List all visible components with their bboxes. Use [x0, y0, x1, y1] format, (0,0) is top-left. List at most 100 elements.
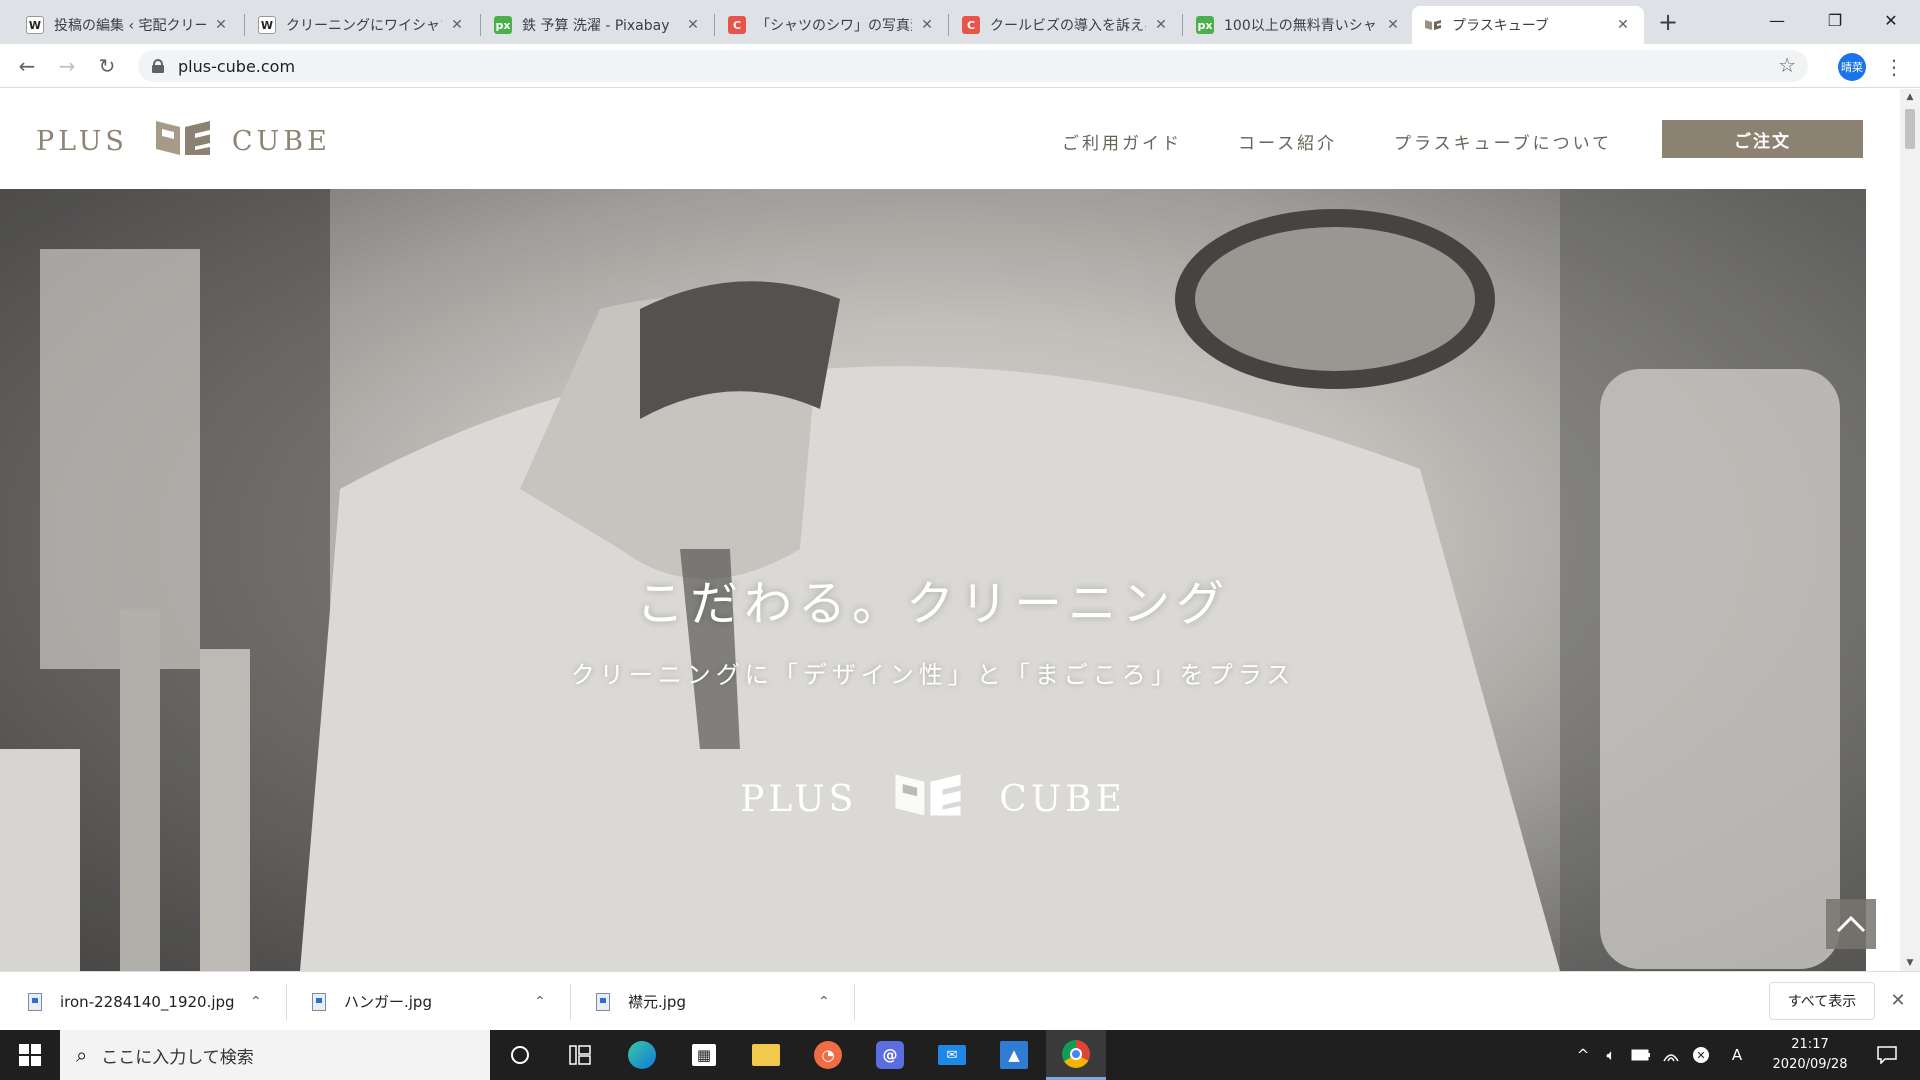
- store-icon[interactable]: ▦: [674, 1030, 734, 1080]
- tab-close-icon[interactable]: ✕: [448, 16, 466, 34]
- bookmark-star-icon[interactable]: ☆: [1778, 53, 1796, 77]
- search-icon: ⌕: [76, 1043, 88, 1067]
- tab-1[interactable]: W 投稿の編集 ‹ 宅配クリーニング ✕: [14, 6, 242, 44]
- show-hidden-icons-icon[interactable]: ^: [1570, 1030, 1596, 1080]
- tab-3[interactable]: px 鉄 予算 洗濯 - Pixabay ✕: [482, 6, 714, 44]
- taskbar-search-input[interactable]: ⌕ ここに入力して検索: [60, 1030, 490, 1080]
- minimize-button[interactable]: —: [1748, 0, 1806, 40]
- chevron-up-icon[interactable]: ⌃: [250, 994, 262, 1010]
- tab-6[interactable]: px 100以上の無料青いシャツ ✕: [1184, 6, 1414, 44]
- hero-logo: PLUS CUBE: [0, 769, 1866, 830]
- download-filename: iron-2284140_1920.jpg: [60, 992, 235, 1011]
- download-divider: [854, 984, 855, 1020]
- lock-icon[interactable]: [152, 59, 164, 73]
- url-text[interactable]: plus-cube.com: [178, 57, 295, 76]
- site-header: PLUS CUBE ご利用ガイド コース紹介 プラスキューブについて ご注文: [0, 89, 1900, 189]
- file-explorer-icon[interactable]: [736, 1030, 796, 1080]
- download-item-3[interactable]: 襟元.jpg ⌃: [596, 972, 846, 1031]
- tab-divider: [480, 14, 481, 36]
- search-placeholder: ここに入力して検索: [101, 1047, 254, 1068]
- site-logo[interactable]: PLUS CUBE: [36, 117, 331, 166]
- pluscube-logo-icon: [893, 769, 963, 830]
- tab-title: 鉄 予算 洗濯 - Pixabay: [522, 18, 670, 34]
- tab-title: クリーニングにワイシャツ出し: [286, 18, 442, 34]
- browser-tab-strip: W 投稿の編集 ‹ 宅配クリーニング ✕ W クリーニングにワイシャツ出し ✕ …: [0, 0, 1920, 44]
- battery-icon[interactable]: [1628, 1030, 1654, 1080]
- hero-title: こだわる。クリーニング: [635, 576, 1230, 632]
- tab-5[interactable]: C クールビズの導入を訴える ✕: [950, 6, 1182, 44]
- tab-close-icon[interactable]: ✕: [684, 16, 702, 34]
- chrome-icon[interactable]: [1046, 1030, 1106, 1080]
- image-file-icon: [596, 992, 610, 1011]
- tab-close-icon[interactable]: ✕: [1614, 16, 1632, 34]
- browser-menu-icon[interactable]: ⋮: [1884, 53, 1904, 81]
- reload-icon[interactable]: ↻: [92, 51, 122, 81]
- tab-2[interactable]: W クリーニングにワイシャツ出し ✕: [246, 6, 478, 44]
- scroll-down-arrow-icon[interactable]: ▼: [1900, 955, 1920, 971]
- windows-taskbar: ⌕ ここに入力して検索 ▦ ◔ @ ✉ ▲ ^ 🔈︎ ✕ A 21:17 202…: [0, 1030, 1920, 1080]
- chevron-up-icon[interactable]: ⌃: [818, 994, 830, 1010]
- forward-arrow-icon[interactable]: →: [52, 51, 82, 81]
- edge-icon[interactable]: [612, 1030, 672, 1080]
- chevron-up-icon[interactable]: ⌃: [534, 994, 546, 1010]
- mail-icon[interactable]: ✉: [922, 1030, 982, 1080]
- download-item-1[interactable]: iron-2284140_1920.jpg ⌃: [28, 972, 278, 1031]
- download-divider: [286, 984, 287, 1020]
- logo-text-cube: CUBE: [231, 126, 331, 157]
- download-shelf: iron-2284140_1920.jpg ⌃ ハンガー.jpg ⌃ 襟元.jp…: [0, 971, 1920, 1030]
- tab-4[interactable]: C 「シャツのシワ」の写真素材 ✕: [716, 6, 948, 44]
- tab-close-icon[interactable]: ✕: [212, 16, 230, 34]
- order-button[interactable]: ご注文: [1662, 120, 1863, 158]
- taskbar-clock[interactable]: 21:17 2020/09/28: [1770, 1035, 1850, 1075]
- task-view-icon[interactable]: [550, 1030, 610, 1080]
- restore-button[interactable]: ❐: [1806, 0, 1864, 40]
- download-item-2[interactable]: ハンガー.jpg ⌃: [312, 972, 562, 1031]
- volume-icon[interactable]: 🔈︎: [1598, 1030, 1624, 1080]
- scroll-up-arrow-icon[interactable]: ▲: [1900, 89, 1920, 105]
- security-warning-icon[interactable]: ✕: [1688, 1030, 1714, 1080]
- tab-title: クールビズの導入を訴える: [990, 18, 1146, 34]
- close-shelf-icon[interactable]: ✕: [1886, 988, 1910, 1012]
- photos-icon[interactable]: ▲: [984, 1030, 1044, 1080]
- address-bar[interactable]: plus-cube.com ☆: [138, 50, 1808, 82]
- tab-title: プラスキューブ: [1452, 18, 1549, 34]
- tab-divider: [714, 14, 715, 36]
- tab-title: 投稿の編集 ‹ 宅配クリーニング: [54, 18, 206, 34]
- network-icon[interactable]: [1658, 1030, 1684, 1080]
- back-arrow-icon[interactable]: ←: [12, 51, 42, 81]
- back-to-top-button[interactable]: [1826, 899, 1876, 949]
- close-window-button[interactable]: ✕: [1862, 0, 1920, 40]
- profile-avatar[interactable]: 晴菜: [1838, 53, 1866, 81]
- tab-7-active[interactable]: プラスキューブ ✕: [1412, 6, 1644, 44]
- pixabay-favicon-icon: px: [494, 16, 512, 34]
- scrollbar-thumb[interactable]: [1905, 109, 1915, 149]
- nav-courses-link[interactable]: コース紹介: [1238, 129, 1337, 154]
- start-button[interactable]: [0, 1030, 60, 1080]
- windows-logo-icon: [19, 1044, 41, 1066]
- notification-center-icon[interactable]: [1862, 1030, 1912, 1080]
- download-filename: 襟元.jpg: [628, 993, 686, 1011]
- photo-site-favicon-icon: C: [728, 16, 746, 34]
- tab-title: 「シャツのシワ」の写真素材: [756, 18, 912, 34]
- app-orange-icon[interactable]: ◔: [798, 1030, 858, 1080]
- tab-close-icon[interactable]: ✕: [1384, 16, 1402, 34]
- tab-title: 100以上の無料青いシャツ: [1224, 18, 1378, 34]
- hero-section: こだわる。クリーニング クリーニングに「デザイン性」と「まごころ」をプラス PL…: [0, 189, 1866, 971]
- pluscube-favicon-icon: [1424, 16, 1442, 34]
- nav-about-link[interactable]: プラスキューブについて: [1394, 129, 1612, 154]
- nav-guide-link[interactable]: ご利用ガイド: [1062, 129, 1182, 154]
- ime-indicator-icon[interactable]: A: [1724, 1030, 1750, 1080]
- tab-divider: [244, 14, 245, 36]
- pluscube-logo-icon: [154, 117, 212, 166]
- tab-close-icon[interactable]: ✕: [918, 16, 936, 34]
- hero-subtitle: クリーニングに「デザイン性」と「まごころ」をプラス: [570, 661, 1296, 689]
- tab-divider: [948, 14, 949, 36]
- show-all-downloads-button[interactable]: すべて表示: [1769, 982, 1875, 1020]
- page-scrollbar[interactable]: ▲ ▼: [1900, 89, 1920, 971]
- mail-app-icon[interactable]: @: [860, 1030, 920, 1080]
- tab-close-icon[interactable]: ✕: [1152, 16, 1170, 34]
- image-file-icon: [28, 992, 42, 1011]
- new-tab-button[interactable]: +: [1654, 8, 1682, 36]
- cortana-icon[interactable]: [490, 1030, 550, 1080]
- browser-toolbar: ← → ↻ plus-cube.com ☆ 晴菜 ⋮: [0, 44, 1920, 88]
